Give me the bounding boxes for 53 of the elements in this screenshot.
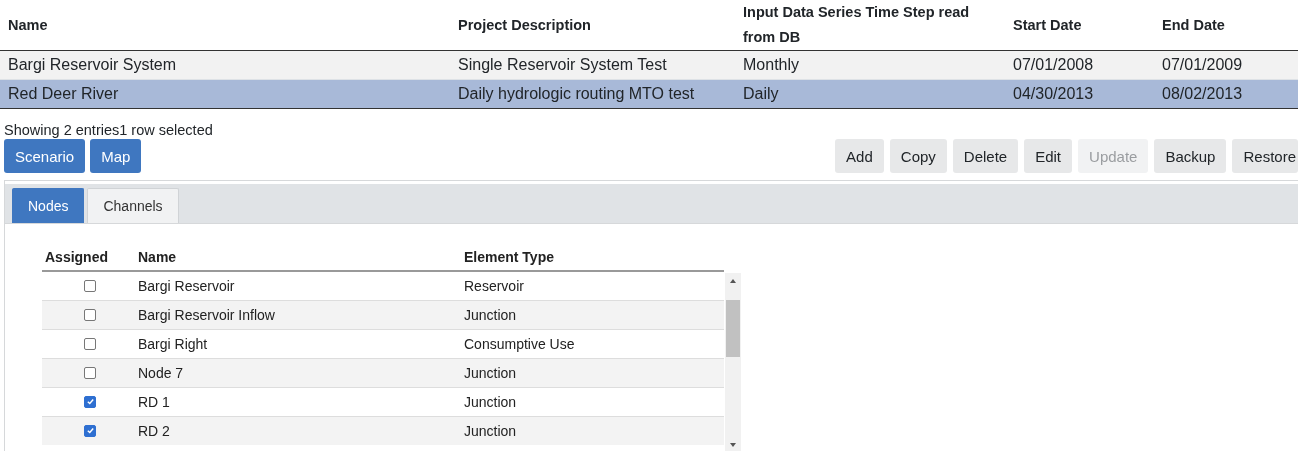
table-cell: 07/01/2009 [1162,56,1243,73]
table-cell: 04/30/2013 [1013,85,1094,102]
table-cell: Single Reservoir System Test [458,56,667,73]
column-header[interactable]: Name [138,244,464,271]
table-cell: Bargi Reservoir [138,277,235,294]
button[interactable]: Restore [1232,139,1298,173]
table-cell: 07/01/2008 [1013,56,1094,73]
scroll-down-icon[interactable] [730,443,736,447]
table-cell: Reservoir [464,277,524,294]
button[interactable]: Add [835,139,884,173]
table-cell: 08/02/2013 [1162,85,1243,102]
tab[interactable]: Nodes [12,188,85,223]
button[interactable]: Map [90,139,142,173]
button[interactable]: Delete [952,139,1019,173]
table-cell: Junction [464,422,517,439]
table-cell: RD 2 [138,422,170,439]
checkbox[interactable] [84,395,96,408]
button[interactable]: Copy [889,139,947,173]
button[interactable]: Scenario [4,139,86,173]
checkbox[interactable] [84,308,96,321]
checkbox[interactable] [84,279,96,292]
table-cell: Bargi Reservoir System [8,56,177,73]
column-header[interactable]: Name [0,0,450,51]
table-cell: Junction [464,393,517,410]
table-cell: Consumptive Use [464,335,575,352]
button[interactable]: Backup [1154,139,1227,173]
table-row[interactable]: Bargi Reservoir System Single Reservoir System Test Monthly 07/01/2008 07/01/2009 [0,50,1298,80]
table-cell: RD 1 [138,393,170,410]
scroll-thumb[interactable] [726,300,740,357]
table-cell: Node 7 [138,364,184,381]
column-header[interactable]: Input Data Series Time Step read from DB [735,0,1005,51]
column-header[interactable]: End Date [1154,0,1298,51]
tab[interactable]: Channels [87,188,179,223]
checkbox[interactable] [84,337,96,350]
table-cell: Red Deer River [8,85,119,102]
table-cell: Bargi Reservoir Inflow [138,306,275,323]
scrollbar[interactable] [725,273,741,451]
table-cell: Junction [464,306,517,323]
checkbox[interactable] [84,424,96,437]
table-cell: Junction [464,364,517,381]
table-cell: Monthly [743,56,800,73]
column-header[interactable]: Project Description [450,0,735,51]
checkbox[interactable] [84,366,96,379]
table-cell: Daily hydrologic routing MTO test [458,85,695,102]
table-cell: Bargi Right [138,335,208,352]
column-header[interactable]: Element Type [464,244,724,271]
column-header[interactable]: Start Date [1005,0,1154,51]
button[interactable]: Edit [1024,139,1073,173]
status-text: Showing 2 entries1 row selected [4,122,214,138]
scroll-up-icon[interactable] [730,279,736,283]
table-row[interactable]: Red Deer River Daily hydrologic routing MTO test Daily 04/30/2013 08/02/2013 [0,79,1298,109]
column-header[interactable]: Assigned [42,244,138,271]
table-cell: Daily [743,85,779,102]
